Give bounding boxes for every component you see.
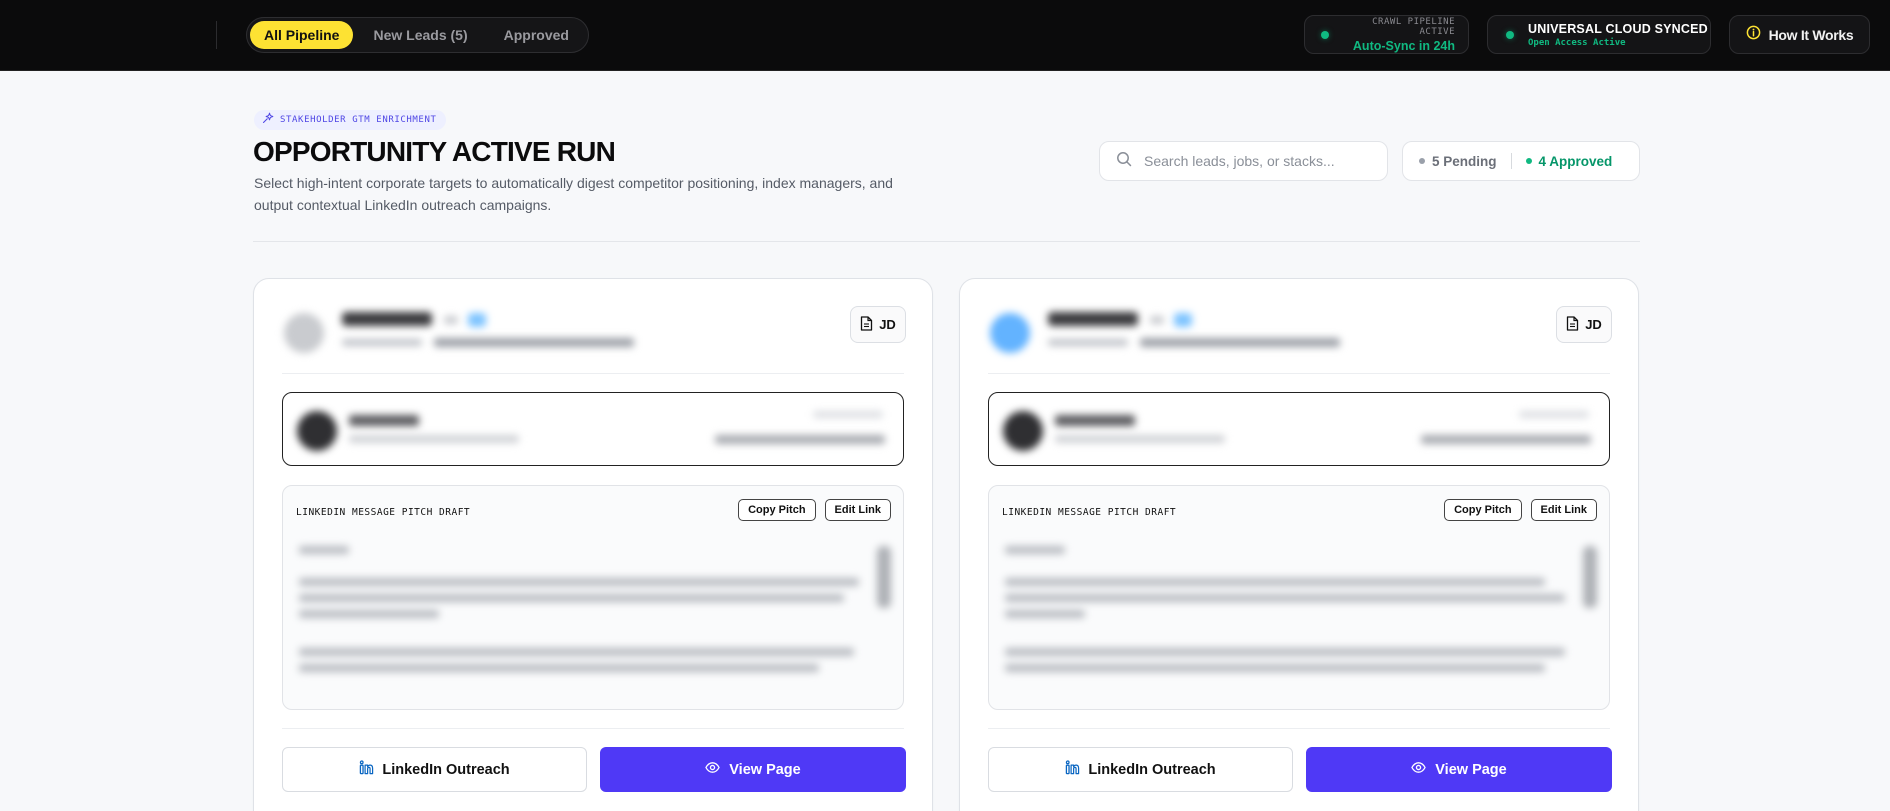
approved-count: 4 Approved xyxy=(1525,153,1613,169)
view-page-label: View Page xyxy=(729,761,801,778)
header-divider xyxy=(253,241,1640,242)
contact-meta-redacted xyxy=(813,411,883,418)
crawl-status-label: CRAWL PIPELINE ACTIVE xyxy=(1372,16,1455,37)
lead-counts: 5 Pending 4 Approved xyxy=(1402,141,1640,181)
verified-mark-redacted xyxy=(468,313,486,327)
linkedin-outreach-label: LinkedIn Outreach xyxy=(1088,761,1216,778)
pitch-draft-panel: LINKEDIN MESSAGE PITCH DRAFT Copy Pitch … xyxy=(988,485,1610,710)
status-dot xyxy=(1506,30,1514,39)
contact-title-redacted xyxy=(349,435,519,443)
search-input[interactable] xyxy=(1144,153,1374,169)
company-logo xyxy=(990,313,1030,353)
document-icon xyxy=(860,315,873,334)
verified-mark-redacted xyxy=(1174,313,1192,327)
topbar-divider xyxy=(216,21,217,49)
pitch-text-redacted[interactable] xyxy=(293,528,893,705)
eye-icon xyxy=(1411,760,1426,779)
contact-avatar-redacted xyxy=(1003,411,1043,451)
copy-pitch-button[interactable]: Copy Pitch xyxy=(738,499,816,521)
job-description-label: JD xyxy=(879,317,896,332)
pitch-scrollbar[interactable] xyxy=(877,546,891,608)
linkedin-icon xyxy=(1065,760,1080,779)
company-meta-redacted xyxy=(342,339,422,346)
view-page-button[interactable]: View Page xyxy=(1306,747,1612,792)
cloud-sync-pill: UNIVERSAL CLOUD SYNCED Open Access Activ… xyxy=(1487,15,1711,54)
company-name-redacted xyxy=(1048,312,1138,326)
contact-name-redacted xyxy=(349,415,419,426)
linkedin-outreach-label: LinkedIn Outreach xyxy=(382,761,510,778)
pending-count-label: 5 Pending xyxy=(1432,153,1497,169)
eye-icon xyxy=(705,760,720,779)
approved-count-label: 4 Approved xyxy=(1538,153,1613,169)
cloud-sync-value: Open Access Active xyxy=(1528,37,1626,48)
pitch-draft-label: LINKEDIN MESSAGE PITCH DRAFT xyxy=(1002,507,1177,518)
card-divider xyxy=(282,373,904,374)
contact-email-redacted xyxy=(1421,435,1591,444)
card-divider xyxy=(988,373,1610,374)
tab-approved[interactable]: Approved xyxy=(488,21,585,49)
info-icon xyxy=(1746,25,1761,45)
how-it-works-button[interactable]: How It Works xyxy=(1729,15,1870,54)
linkedin-outreach-button[interactable]: LinkedIn Outreach xyxy=(282,747,587,792)
stakeholder-contact[interactable] xyxy=(988,392,1610,466)
contact-title-redacted xyxy=(1055,435,1225,443)
company-tag-redacted xyxy=(444,316,458,324)
company-name-redacted xyxy=(342,312,432,326)
page-subtitle: Select high-intent corporate targets to … xyxy=(254,175,893,213)
contact-name-redacted xyxy=(1055,415,1135,426)
job-description-label: JD xyxy=(1585,317,1602,332)
pending-dot xyxy=(1419,158,1425,164)
pitch-text-redacted[interactable] xyxy=(999,528,1599,705)
company-url-redacted xyxy=(434,338,634,347)
crawl-status-pill: CRAWL PIPELINE ACTIVE Auto-Sync in 24h xyxy=(1304,15,1469,54)
stakeholder-contact[interactable] xyxy=(282,392,904,466)
edit-link-button[interactable]: Edit Link xyxy=(824,499,891,521)
tab-new-leads[interactable]: New Leads (5) xyxy=(357,21,483,49)
linkedin-outreach-button[interactable]: LinkedIn Outreach xyxy=(988,747,1293,792)
pending-count: 5 Pending xyxy=(1419,154,1497,169)
sparkle-icon xyxy=(262,111,274,129)
top-navigation-bar: All Pipeline New Leads (5) Approved CRAW… xyxy=(0,0,1890,71)
contact-email-redacted xyxy=(715,435,885,444)
search-box xyxy=(1099,141,1388,181)
tab-all-pipeline[interactable]: All Pipeline xyxy=(250,21,354,49)
view-page-label: View Page xyxy=(1435,761,1507,778)
section-badge-label: STAKEHOLDER GTM ENRICHMENT xyxy=(280,115,437,125)
job-description-button[interactable]: JD xyxy=(1556,306,1612,343)
document-icon xyxy=(1566,315,1579,334)
edit-link-button[interactable]: Edit Link xyxy=(1530,499,1597,521)
company-meta-redacted xyxy=(1048,339,1128,346)
search-icon xyxy=(1116,151,1132,172)
view-page-button[interactable]: View Page xyxy=(600,747,906,792)
lead-card: JD LINKEDIN MESSAGE PITCH DRAFT Copy Pit… xyxy=(253,278,933,811)
pitch-draft-label: LINKEDIN MESSAGE PITCH DRAFT xyxy=(296,507,471,518)
linkedin-icon xyxy=(359,760,374,779)
approved-dot xyxy=(1525,158,1532,164)
company-tag-redacted xyxy=(1150,316,1164,324)
lead-card: JD LINKEDIN MESSAGE PITCH DRAFT Copy Pit… xyxy=(959,278,1639,811)
pitch-scrollbar[interactable] xyxy=(1583,546,1597,608)
company-logo xyxy=(284,313,324,353)
copy-pitch-button[interactable]: Copy Pitch xyxy=(1444,499,1522,521)
pipeline-tabs: All Pipeline New Leads (5) Approved xyxy=(246,17,589,53)
status-dot xyxy=(1321,30,1329,39)
crawl-status-value: Auto-Sync in 24h xyxy=(1352,38,1455,53)
page-title: OPPORTUNITY ACTIVE RUN xyxy=(253,136,616,167)
contact-meta-redacted xyxy=(1519,411,1589,418)
card-divider xyxy=(988,728,1610,729)
count-separator xyxy=(1510,153,1512,169)
section-badge: STAKEHOLDER GTM ENRICHMENT xyxy=(254,110,447,130)
cloud-sync-label: UNIVERSAL CLOUD SYNCED xyxy=(1528,21,1708,36)
pitch-draft-panel: LINKEDIN MESSAGE PITCH DRAFT Copy Pitch … xyxy=(282,485,904,710)
how-it-works-label: How It Works xyxy=(1768,26,1854,43)
job-description-button[interactable]: JD xyxy=(850,306,906,343)
contact-avatar-redacted xyxy=(297,411,337,451)
company-url-redacted xyxy=(1140,338,1340,347)
card-divider xyxy=(282,728,904,729)
